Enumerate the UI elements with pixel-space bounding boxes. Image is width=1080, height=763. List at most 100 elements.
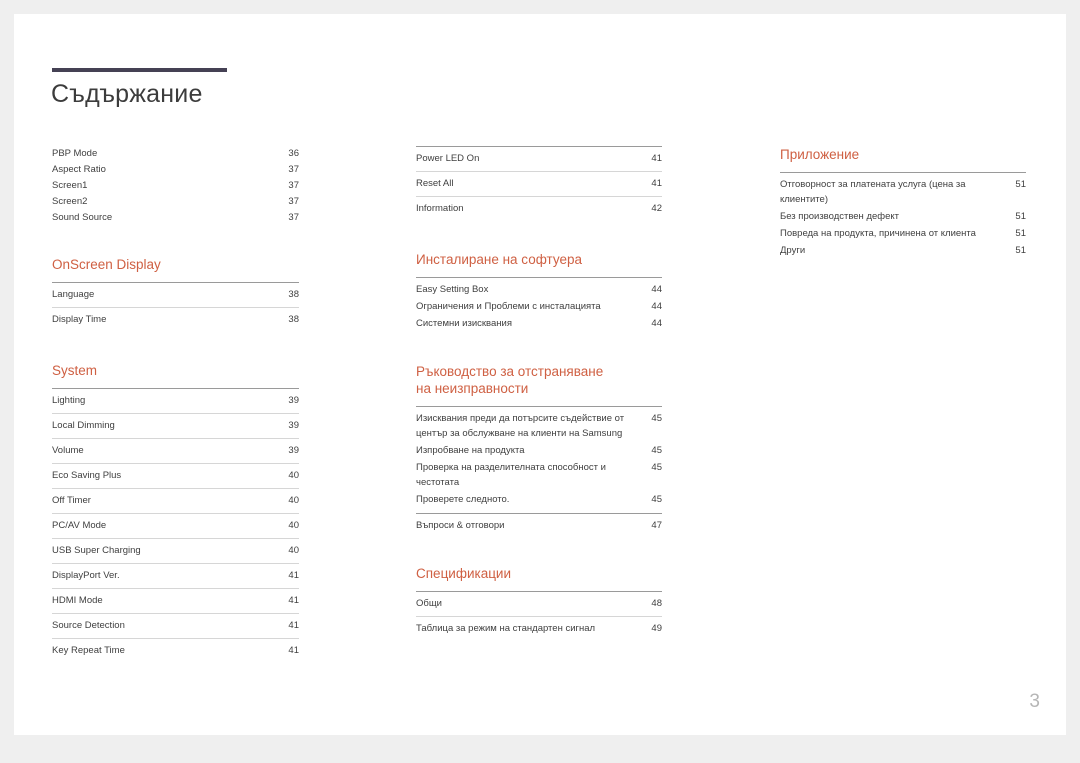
toc-entry-page-number: 37: [288, 212, 299, 223]
toc-entry-list: Language 38 Display Time 38: [52, 282, 299, 332]
toc-entry[interactable]: Повреда на продукта, причинена от клиент…: [780, 226, 1026, 243]
toc-entry-label: Aspect Ratio: [52, 164, 106, 175]
toc-entry-page-number: 41: [651, 178, 662, 189]
toc-entry[interactable]: Ограничения и Проблеми с инсталацията 44: [416, 299, 662, 316]
toc-entry-label: Lighting: [52, 395, 86, 406]
toc-entry-label: Изисквания преди да потърсите съдействие…: [416, 413, 625, 439]
toc-section: Ръководство за отстраняване на неизправн…: [416, 363, 662, 535]
toc-entry[interactable]: Off Timer 40: [52, 489, 299, 514]
toc-entry[interactable]: USB Super Charging 40: [52, 539, 299, 564]
toc-entry-page-number: 40: [288, 470, 299, 481]
toc-entry-label: PBP Mode: [52, 148, 98, 159]
toc-entry[interactable]: Общи 48: [416, 592, 662, 617]
toc-entry-list: Общи 48 Таблица за режим на стандартен сиг…: [416, 591, 662, 641]
toc-entry[interactable]: 45 Изисквания преди да потърсите съдейств…: [416, 411, 662, 443]
toc-entry-page-number: 51: [1015, 228, 1026, 239]
toc-entry[interactable]: Source Detection 41: [52, 614, 299, 639]
toc-entry[interactable]: Aspect Ratio 37: [52, 162, 299, 178]
toc-entry-page-number: 37: [288, 164, 299, 175]
toc-entry-label: Display Time: [52, 314, 107, 325]
toc-entry[interactable]: DisplayPort Ver. 41: [52, 564, 299, 589]
toc-entry-page-number: 38: [288, 314, 299, 325]
toc-entry-page-number: 45: [651, 462, 662, 473]
toc-entry-label: Без производствен дефект: [780, 211, 899, 222]
toc-entry-page-number: 44: [651, 301, 662, 312]
toc-entry[interactable]: Reset All 41: [416, 172, 662, 197]
toc-entry-page-number: 48: [651, 598, 662, 609]
toc-entry[interactable]: Power LED On 41: [416, 147, 662, 172]
toc-entry[interactable]: PBP Mode 36: [52, 146, 299, 162]
toc-entry-page-number: 45: [651, 494, 662, 505]
toc-section: Инсталиране на софтуера Easy Setting Box 4…: [416, 251, 662, 333]
toc-column-middle: Power LED On 41 Reset All 41 Information 42 Ин…: [416, 146, 662, 641]
toc-entry[interactable]: Volume 39: [52, 439, 299, 464]
folio-page-number: 3: [1029, 691, 1040, 712]
toc-entry[interactable]: Eco Saving Plus 40: [52, 464, 299, 489]
toc-entry-page-number: 41: [288, 645, 299, 656]
toc-entry-label: USB Super Charging: [52, 545, 141, 556]
toc-section-heading: OnScreen Display: [52, 257, 161, 272]
toc-entry-label: Sound Source: [52, 212, 113, 223]
toc-entry[interactable]: Local Dimming 39: [52, 414, 299, 439]
toc-entry-label: Screen1: [52, 180, 88, 191]
toc-entry-label: Повреда на продукта, причинена от клиент…: [780, 228, 976, 239]
toc-entry-page-number: 51: [1015, 245, 1026, 256]
toc-entry-page-number: 51: [1015, 179, 1026, 190]
toc-entry[interactable]: Проверете следното. 45: [416, 492, 662, 509]
toc-section-heading: Спецификации: [416, 566, 512, 581]
toc-entry[interactable]: Въпроси & отговори 47: [416, 518, 662, 535]
toc-entry-label: Reset All: [416, 178, 454, 189]
toc-entry-label: Общи: [416, 598, 442, 609]
toc-entry[interactable]: Sound Source 37: [52, 210, 299, 226]
toc-entry-page-number: 41: [288, 570, 299, 581]
toc-entry[interactable]: Изпробване на продукта 45: [416, 443, 662, 460]
toc-entry-page-number: 44: [651, 318, 662, 329]
toc-entry[interactable]: Други 51: [780, 243, 1026, 260]
toc-entry-page-number: 39: [288, 445, 299, 456]
toc-entry[interactable]: 51 Отговорност за платената услуга (цена …: [780, 177, 1026, 209]
toc-entry[interactable]: Lighting 39: [52, 389, 299, 414]
toc-entry-page-number: 37: [288, 196, 299, 207]
toc-entry[interactable]: PC/AV Mode 40: [52, 514, 299, 539]
toc-entry-page-number: 40: [288, 545, 299, 556]
toc-entry-label: Power LED On: [416, 153, 480, 164]
toc-entry[interactable]: Display Time 38: [52, 308, 299, 332]
toc-entry[interactable]: Screen1 37: [52, 178, 299, 194]
toc-entry[interactable]: HDMI Mode 41: [52, 589, 299, 614]
toc-entry-page-number: 45: [651, 413, 662, 424]
toc-entry-page-number: 51: [1015, 211, 1026, 222]
toc-entry-page-number: 45: [651, 445, 662, 456]
toc-entry[interactable]: Без производствен дефект 51: [780, 209, 1026, 226]
toc-entry-label: Local Dimming: [52, 420, 115, 431]
title-accent-rule: [52, 68, 227, 72]
toc-entry-label: Volume: [52, 445, 84, 456]
toc-entry-label: Ограничения и Проблеми с инсталацията: [416, 301, 601, 312]
toc-entry-label: Отговорност за платената услуга (цена за…: [780, 179, 966, 205]
toc-entry[interactable]: 45 Проверка на разделителната способност …: [416, 460, 662, 492]
toc-entry[interactable]: Таблица за режим на стандартен сигнал 49: [416, 617, 662, 641]
toc-entry-page-number: 39: [288, 395, 299, 406]
toc-entry-label: Key Repeat Time: [52, 645, 125, 656]
toc-section-heading: Приложение: [780, 147, 860, 162]
toc-entry-label: Въпроси & отговори: [416, 520, 505, 531]
toc-entry-page-number: 41: [288, 620, 299, 631]
toc-entry-list: PBP Mode 36 Aspect Ratio 37 Screen1 37 Screen2…: [52, 146, 299, 226]
toc-entry-label: Системни изисквания: [416, 318, 512, 329]
toc-entry[interactable]: Screen2 37: [52, 194, 299, 210]
toc-entry-page-number: 37: [288, 180, 299, 191]
toc-section-heading: Инсталиране на софтуера: [416, 252, 582, 267]
toc-entry[interactable]: Key Repeat Time 41: [52, 639, 299, 663]
toc-entry-label: Други: [780, 245, 806, 256]
page-title: Съдържание: [51, 80, 203, 108]
toc-entry[interactable]: Системни изисквания 44: [416, 316, 662, 333]
toc-entry-label: HDMI Mode: [52, 595, 103, 606]
toc-section: Power LED On 41 Reset All 41 Information 42: [416, 146, 662, 221]
toc-entry-label: DisplayPort Ver.: [52, 570, 120, 581]
toc-section: System Lighting 39 Local Dimming 39 Volume 39 E…: [52, 362, 299, 663]
toc-entry-list: Power LED On 41 Reset All 41 Information 42: [416, 146, 662, 221]
toc-entry[interactable]: Easy Setting Box 44: [416, 282, 662, 299]
toc-section: Спецификации Общи 48 Таблица за режим на ст…: [416, 565, 662, 641]
toc-entry[interactable]: Information 42: [416, 197, 662, 221]
toc-section-heading: System: [52, 363, 98, 378]
toc-entry[interactable]: Language 38: [52, 283, 299, 308]
